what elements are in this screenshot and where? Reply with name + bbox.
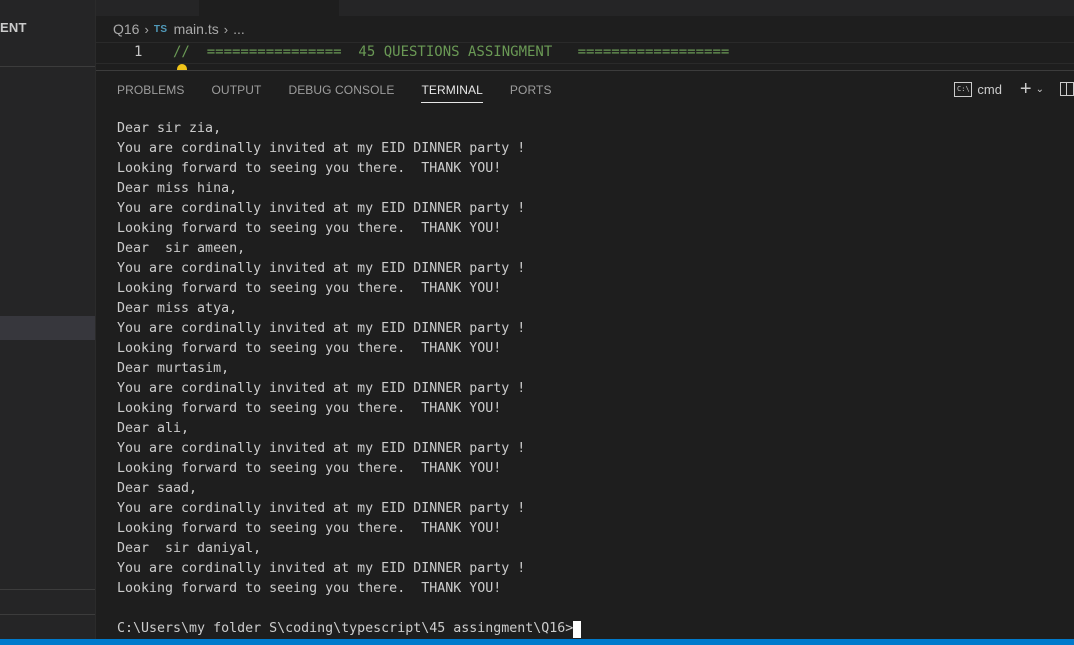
breadcrumb: Q16 › TS main.ts › ... <box>113 19 245 39</box>
terminal-line: Dear saad, <box>117 481 198 496</box>
status-bar <box>0 639 1074 645</box>
code-comment[interactable]: // ================ 45 QUESTIONS ASSINGM… <box>173 44 729 60</box>
sidebar-separator <box>0 66 95 67</box>
terminal-line: You are cordinally invited at my EID DIN… <box>117 441 526 456</box>
bottom-panel: PROBLEMS OUTPUT DEBUG CONSOLE TERMINAL P… <box>96 70 1074 640</box>
chevron-right-icon: › <box>144 21 149 37</box>
breadcrumb-file[interactable]: main.ts <box>174 21 219 37</box>
split-terminal-icon[interactable] <box>1060 82 1074 96</box>
terminal-shell-label[interactable]: cmd <box>977 82 1002 97</box>
terminal-cursor <box>573 620 582 638</box>
terminal-line: Looking forward to seeing you there. THA… <box>117 581 502 596</box>
sidebar-title: ENT <box>0 20 27 35</box>
terminal-line: Looking forward to seeing you there. THA… <box>117 221 502 236</box>
terminal-line: Looking forward to seeing you there. THA… <box>117 161 502 176</box>
terminal-prompt-line[interactable]: C:\Users\my folder S\coding\typescript\4… <box>117 619 1067 639</box>
terminal-line: You are cordinally invited at my EID DIN… <box>117 561 526 576</box>
line-number: 1 <box>134 44 143 60</box>
terminal-line: Looking forward to seeing you there. THA… <box>117 461 502 476</box>
tab-terminal[interactable]: TERMINAL <box>421 83 483 103</box>
terminal-line: Dear sir daniyal, <box>117 541 262 556</box>
terminal-line: You are cordinally invited at my EID DIN… <box>117 321 526 336</box>
breadcrumb-symbol[interactable]: ... <box>233 21 245 37</box>
terminal-line: Dear miss hina, <box>117 181 238 196</box>
terminal-line: Dear sir zia, <box>117 121 222 136</box>
editor-tab-main-ts[interactable] <box>199 0 339 16</box>
terminal-line: Looking forward to seeing you there. THA… <box>117 341 502 356</box>
terminal-line: You are cordinally invited at my EID DIN… <box>117 501 526 516</box>
tab-ports[interactable]: PORTS <box>510 83 552 103</box>
terminal-line: Dear sir ameen, <box>117 241 246 256</box>
typescript-file-icon: TS <box>153 23 168 35</box>
terminal-line: You are cordinally invited at my EID DIN… <box>117 261 526 276</box>
terminal-line: Dear ali, <box>117 421 190 436</box>
terminal-shell-icon[interactable]: C:\ <box>954 81 973 97</box>
terminal-line: Dear miss atya, <box>117 301 238 316</box>
terminal-line: You are cordinally invited at my EID DIN… <box>117 201 526 216</box>
editor-tab-strip <box>96 0 1074 16</box>
terminal-line: Dear murtasim, <box>117 361 230 376</box>
panel-actions: C:\ cmd + ⌄ <box>954 79 1074 99</box>
tab-debug-console[interactable]: DEBUG CONSOLE <box>288 83 394 103</box>
terminal-output[interactable]: Dear sir zia, You are cordinally invited … <box>117 119 1067 639</box>
terminal-line: You are cordinally invited at my EID DIN… <box>117 141 526 156</box>
new-terminal-icon[interactable]: + <box>1020 79 1032 99</box>
tab-problems[interactable]: PROBLEMS <box>117 83 185 103</box>
terminal-line: Looking forward to seeing you there. THA… <box>117 521 502 536</box>
breadcrumb-folder[interactable]: Q16 <box>113 21 139 37</box>
explorer-sidebar: ENT <box>0 0 95 639</box>
editor-code-line[interactable]: 1 // ================ 45 QUESTIONS ASSIN… <box>96 42 1074 64</box>
chevron-down-icon[interactable]: ⌄ <box>1036 84 1044 95</box>
terminal-line: Looking forward to seeing you there. THA… <box>117 281 502 296</box>
sidebar-selected-item[interactable] <box>0 316 95 340</box>
terminal-prompt: C:\Users\my folder S\coding\typescript\4… <box>117 621 574 636</box>
chevron-right-icon: › <box>223 21 229 37</box>
sidebar-section-divider <box>0 589 95 590</box>
terminal-line: You are cordinally invited at my EID DIN… <box>117 381 526 396</box>
terminal-line: Looking forward to seeing you there. THA… <box>117 401 502 416</box>
sidebar-section-divider <box>0 614 95 615</box>
tab-output[interactable]: OUTPUT <box>212 83 262 103</box>
panel-tabs: PROBLEMS OUTPUT DEBUG CONSOLE TERMINAL P… <box>117 83 579 103</box>
